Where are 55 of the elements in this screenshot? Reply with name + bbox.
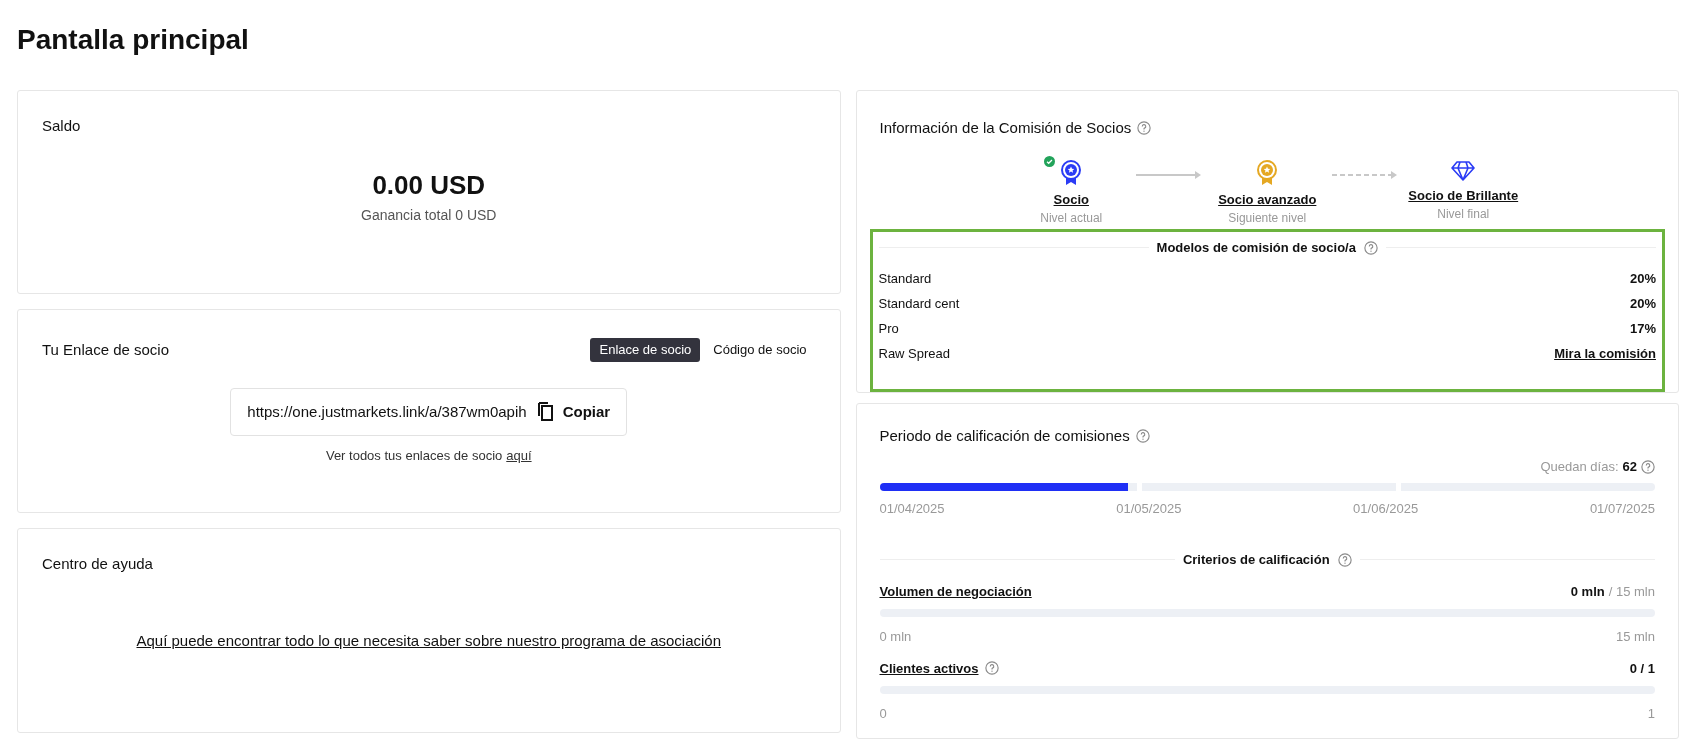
balance-amount: 0.00 USD bbox=[372, 168, 486, 202]
model-rate: 20% bbox=[1629, 269, 1656, 288]
card-title: Tu Enlace de socio bbox=[42, 339, 170, 360]
help-icon[interactable] bbox=[1137, 121, 1152, 136]
days-left-value: 62 bbox=[1622, 458, 1637, 476]
help-icon[interactable] bbox=[1337, 552, 1352, 567]
copy-icon bbox=[536, 401, 555, 422]
model-rate: 17% bbox=[1629, 319, 1656, 338]
model-name: Standard cent bbox=[878, 294, 960, 313]
level-caption: Siguiente nivel bbox=[1228, 210, 1307, 227]
model-name: Standard bbox=[878, 269, 932, 288]
commission-link[interactable]: Mira la comisión bbox=[1554, 344, 1656, 363]
help-icon[interactable] bbox=[1135, 428, 1150, 443]
criterion-current: 0 mln bbox=[1570, 582, 1605, 601]
criterion-target: / 15 mln bbox=[1608, 582, 1655, 601]
range-max: 1 bbox=[1647, 705, 1655, 723]
model-name: Raw Spread bbox=[878, 344, 951, 363]
arrow-icon bbox=[1332, 169, 1399, 180]
partner-url: https://one.justmarkets.link/a/387wm0apih bbox=[247, 401, 527, 422]
help-icon[interactable] bbox=[1363, 240, 1378, 255]
range-max: 15 mln bbox=[1615, 628, 1655, 646]
criterion-current: 0 / 1 bbox=[1629, 659, 1655, 678]
criterion-link[interactable]: Clientes activos bbox=[879, 658, 979, 678]
days-left-label: Quedan días: bbox=[1540, 458, 1619, 476]
partner-link-field[interactable]: https://one.justmarkets.link/a/387wm0apih Copiar bbox=[230, 387, 628, 436]
card-title: Centro de ayuda bbox=[42, 554, 154, 574]
card-title: Saldo bbox=[42, 116, 82, 136]
arrow-icon bbox=[1136, 169, 1203, 180]
date-label: 01/07/2025 bbox=[1589, 499, 1655, 518]
card-title: Información de la Comisión de Socios bbox=[879, 118, 1132, 138]
model-name: Pro bbox=[878, 319, 899, 338]
section-title: Modelos de comisión de socio/a bbox=[1156, 239, 1356, 257]
date-label: 01/05/2025 bbox=[1116, 499, 1182, 518]
total-earnings: Ganancia total 0 USD bbox=[361, 205, 497, 225]
here-link[interactable]: aquí bbox=[506, 446, 532, 466]
level-link[interactable]: Socio bbox=[1053, 189, 1089, 209]
level-caption: Nivel actual bbox=[1040, 210, 1103, 227]
level-caption: Nivel final bbox=[1437, 206, 1490, 223]
help-icon[interactable] bbox=[984, 661, 999, 676]
level-link[interactable]: Socio avanzado bbox=[1218, 189, 1317, 209]
copy-button[interactable]: Copiar bbox=[536, 400, 611, 423]
section-title: Criterios de calificación bbox=[1182, 551, 1330, 569]
help-center-link[interactable]: Aquí puede encontrar todo lo que necesita saber sobre nuestro programa de asociación bbox=[136, 629, 721, 652]
help-icon[interactable] bbox=[1641, 459, 1655, 474]
toggle-tab[interactable]: Enlace de socio bbox=[590, 338, 701, 362]
range-min: 0 mln bbox=[879, 628, 912, 646]
card-title: Periodo de calificación de comisiones bbox=[879, 425, 1130, 446]
level-link[interactable]: Socio de Brillante bbox=[1408, 185, 1519, 205]
partner-links-note: Ver todos tus enlaces de socio bbox=[325, 447, 503, 465]
model-rate: 20% bbox=[1629, 294, 1656, 313]
date-label: 01/06/2025 bbox=[1353, 499, 1419, 518]
page-title: Pantalla principal bbox=[17, 23, 250, 57]
date-label: 01/04/2025 bbox=[879, 499, 945, 518]
criterion-link[interactable]: Volumen de negociación bbox=[879, 581, 1032, 601]
range-min: 0 bbox=[879, 705, 887, 723]
